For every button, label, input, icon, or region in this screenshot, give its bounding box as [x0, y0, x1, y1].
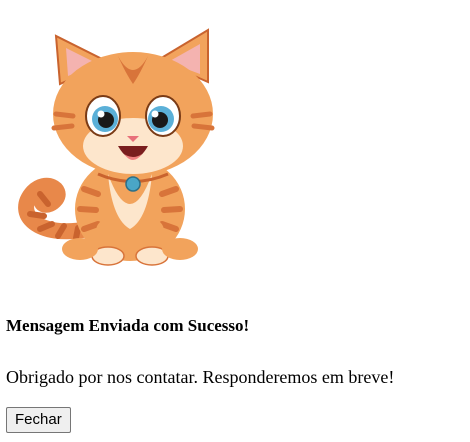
thank-you-message: Obrigado por nos contatar. Responderemos… — [6, 367, 395, 387]
kitten-illustration — [18, 24, 240, 268]
success-title: Mensagem Enviada com Sucesso! — [6, 316, 250, 335]
cat-icon — [18, 28, 215, 266]
close-button[interactable]: Fechar — [6, 407, 71, 433]
